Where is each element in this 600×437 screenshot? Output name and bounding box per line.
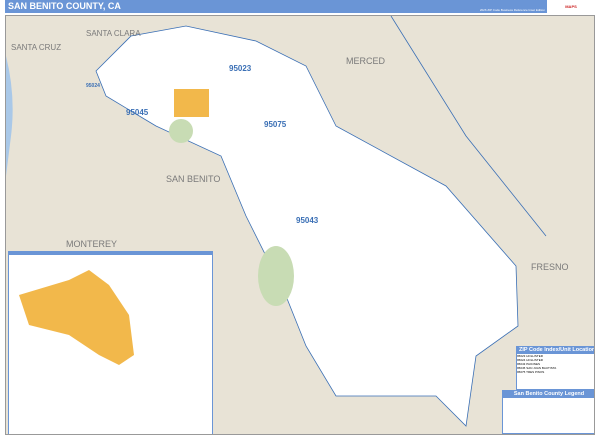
logo: MAPS bbox=[547, 0, 595, 13]
zip-label: 95045 bbox=[126, 108, 149, 117]
hollister-inset-map[interactable] bbox=[8, 251, 213, 434]
park-area bbox=[169, 119, 193, 143]
header-bar: SAN BENITO COUNTY, CA 2026 ZIP Code Busi… bbox=[5, 0, 595, 13]
index-row: 95075 TRES PINOS bbox=[517, 370, 594, 374]
map-title: SAN BENITO COUNTY, CA bbox=[8, 1, 121, 11]
place-label: MERCED bbox=[346, 56, 386, 66]
legend-title: San Benito County Legend bbox=[503, 391, 594, 398]
zip-label: 95024 bbox=[86, 83, 100, 89]
place-label: MONTEREY bbox=[66, 239, 118, 249]
ocean bbox=[6, 56, 13, 176]
place-label: SANTA CLARA bbox=[86, 29, 141, 38]
place-label: SAN BENITO bbox=[166, 174, 221, 184]
edition-label: 2026 ZIP Code Business Reference Inset E… bbox=[479, 8, 545, 12]
map-canvas[interactable]: SANTA CRUZ SANTA CLARA MERCED SAN BENITO… bbox=[5, 15, 595, 435]
place-label: SANTA CRUZ bbox=[11, 43, 62, 52]
inset-shapes bbox=[19, 270, 134, 365]
map-legend: San Benito County Legend bbox=[502, 390, 594, 434]
index-place: TRES PINOS bbox=[526, 370, 545, 374]
zip-label: 95043 bbox=[296, 216, 319, 225]
hollister-urban bbox=[174, 89, 209, 117]
zip-label: 95023 bbox=[229, 64, 252, 73]
index-title: ZIP Code Index/Unit Location bbox=[517, 347, 595, 354]
inset-urban-area bbox=[19, 270, 134, 365]
zip-index-table: ZIP Code Index/Unit Location 95023 HOLLI… bbox=[516, 346, 595, 390]
index-zip: 95075 bbox=[517, 370, 526, 374]
place-label: FRESNO bbox=[531, 262, 569, 272]
pinnacles-park bbox=[258, 246, 294, 306]
zip-label: 95075 bbox=[264, 120, 287, 129]
